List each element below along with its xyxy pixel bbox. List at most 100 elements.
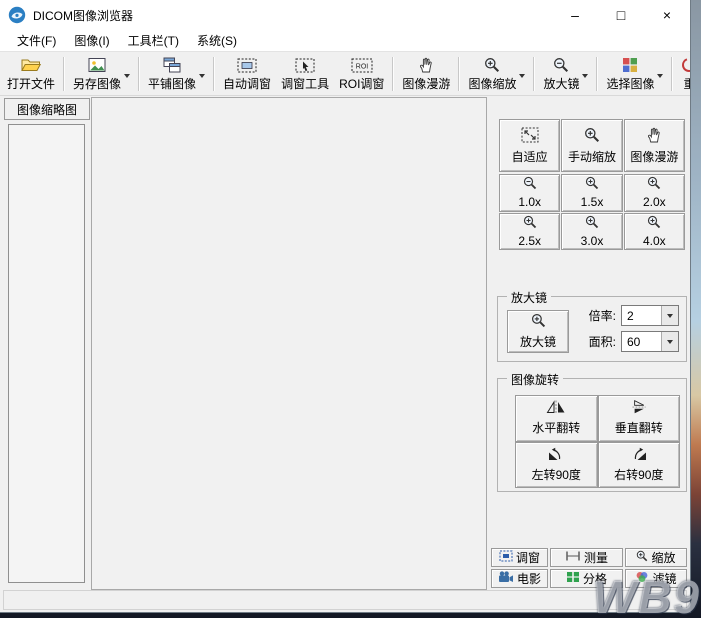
toolbar-separator [458, 57, 460, 91]
window-title: DICOM图像浏览器 [33, 7, 133, 24]
magnifier-button[interactable]: 放大镜 [507, 310, 569, 353]
rotation-group: 图像旋转 水平翻转 垂直翻转 左转90度 右转90度 [497, 378, 687, 492]
cine-icon [498, 571, 514, 586]
chevron-down-icon[interactable] [199, 67, 205, 81]
pan-button[interactable]: 图像漫游 [624, 119, 685, 172]
tab-thumbnails[interactable]: 图像缩略图 [4, 98, 90, 120]
magnifier-icon [523, 215, 537, 232]
rotate-right-90-button[interactable]: 右转90度 [598, 442, 681, 489]
toolbar-separator [63, 57, 65, 91]
flip-vertical-icon [631, 400, 647, 417]
title-bar: DICOM图像浏览器 – □ × [0, 0, 690, 30]
magnifier-icon [523, 176, 537, 193]
menu-bar: 文件(F) 图像(I) 工具栏(T) 系统(S) [0, 30, 690, 52]
save-image-icon [88, 56, 106, 73]
menu-file[interactable]: 文件(F) [8, 30, 65, 51]
zoom-toggle-icon [636, 550, 648, 565]
zoom-2.5x-button[interactable]: 2.5x [499, 213, 560, 251]
magnifier-group-title: 放大镜 [507, 289, 551, 306]
auto-window-icon [237, 56, 257, 73]
toggle-window-level[interactable]: 调窗 [491, 548, 548, 567]
rotate-right-icon [630, 447, 648, 464]
magnifier-icon [647, 176, 661, 193]
app-logo-icon [8, 6, 26, 24]
fit-button[interactable]: 自适应 [499, 119, 560, 172]
chevron-down-icon[interactable] [661, 332, 678, 351]
toolbar-roi-window-button[interactable]: ROI调窗 [334, 54, 389, 94]
magnifier-icon [553, 56, 569, 73]
window-tool-icon [295, 56, 315, 73]
rotate-left-icon [547, 447, 565, 464]
toggle-measure[interactable]: 测量 [550, 548, 623, 567]
flip-horizontal-icon [546, 400, 566, 417]
toggle-cine[interactable]: 电影 [491, 569, 548, 588]
fit-icon [521, 127, 539, 146]
measure-icon [565, 550, 581, 565]
chevron-down-icon[interactable] [519, 67, 525, 81]
toolbar-tile-image-button[interactable]: 平铺图像 [143, 54, 210, 94]
rotation-group-title: 图像旋转 [507, 371, 563, 388]
manual-zoom-button[interactable]: 手动缩放 [561, 119, 622, 172]
minimize-button[interactable]: – [552, 0, 598, 30]
chevron-down-icon[interactable] [661, 306, 678, 325]
toolbar-select-image-button[interactable]: 选择图像 [601, 54, 668, 94]
magnifier-group: 放大镜 放大镜 倍率: 2 面积: 60 [497, 296, 687, 362]
status-bar [3, 590, 687, 610]
toolbar-separator [213, 57, 215, 91]
toolbar-reset-button[interactable]: 重 [676, 54, 690, 94]
main-toolbar: 打开文件 另存图像 平铺图像 自动调窗 [0, 52, 690, 96]
zoom-preset-buttons: 1.0x 1.5x 2.0x 2.5x 3.0x 4.0x [499, 174, 685, 250]
maximize-button[interactable]: □ [598, 0, 644, 30]
manual-zoom-icon [584, 127, 600, 146]
zoom-1.5x-button[interactable]: 1.5x [561, 174, 622, 212]
toggle-zoom[interactable]: 缩放 [625, 548, 687, 567]
view-mode-buttons: 自适应 手动缩放 图像漫游 [499, 119, 685, 172]
area-label: 面积: [589, 333, 616, 350]
zoom-icon [484, 56, 500, 73]
app-window: DICOM图像浏览器 – □ × 文件(F) 图像(I) 工具栏(T) 系统(S… [0, 0, 691, 613]
thumbnail-list[interactable] [8, 124, 85, 583]
zoom-4x-button[interactable]: 4.0x [624, 213, 685, 251]
pan-hand-icon [419, 56, 433, 73]
toolbar-separator [671, 57, 673, 91]
reset-icon [681, 56, 690, 73]
area-combobox[interactable]: 60 [621, 331, 679, 352]
flip-vertical-button[interactable]: 垂直翻转 [598, 395, 681, 442]
rotate-left-90-button[interactable]: 左转90度 [515, 442, 598, 489]
toolbar-auto-window-button[interactable]: 自动调窗 [218, 54, 276, 94]
roi-window-icon [351, 56, 373, 73]
select-image-icon [622, 56, 638, 73]
toolbar-open-file-button[interactable]: 打开文件 [2, 54, 60, 94]
chevron-down-icon[interactable] [582, 67, 588, 81]
ratio-combobox[interactable]: 2 [621, 305, 679, 326]
magnifier-icon [585, 176, 599, 193]
close-button[interactable]: × [644, 0, 690, 30]
tile-images-icon [163, 56, 181, 73]
magnifier-icon [585, 215, 599, 232]
zoom-2x-button[interactable]: 2.0x [624, 174, 685, 212]
toolbar-zoom-button[interactable]: 图像缩放 [463, 54, 530, 94]
menu-toolbar[interactable]: 工具栏(T) [119, 30, 188, 51]
menu-system[interactable]: 系统(S) [188, 30, 246, 51]
chevron-down-icon[interactable] [657, 67, 663, 81]
toolbar-separator [596, 57, 598, 91]
watermark-text: WB9 [593, 570, 701, 618]
toolbar-separator [533, 57, 535, 91]
ratio-label: 倍率: [589, 307, 616, 324]
menu-image[interactable]: 图像(I) [65, 30, 118, 51]
pan-hand-icon [647, 127, 661, 146]
toolbar-window-tool-button[interactable]: 调窗工具 [276, 54, 334, 94]
magnifier-icon [647, 215, 661, 232]
toolbar-separator [138, 57, 140, 91]
flip-horizontal-button[interactable]: 水平翻转 [515, 395, 598, 442]
toolbar-save-image-button[interactable]: 另存图像 [68, 54, 135, 94]
window-level-icon [499, 550, 513, 565]
toolbar-pan-button[interactable]: 图像漫游 [397, 54, 455, 94]
zoom-1x-button[interactable]: 1.0x [499, 174, 560, 212]
zoom-3x-button[interactable]: 3.0x [561, 213, 622, 251]
toolbar-magnifier-button[interactable]: 放大镜 [538, 54, 593, 94]
chevron-down-icon[interactable] [124, 67, 130, 81]
toolbar-separator [392, 57, 394, 91]
image-canvas[interactable] [91, 97, 487, 590]
magnifier-icon [531, 313, 546, 331]
